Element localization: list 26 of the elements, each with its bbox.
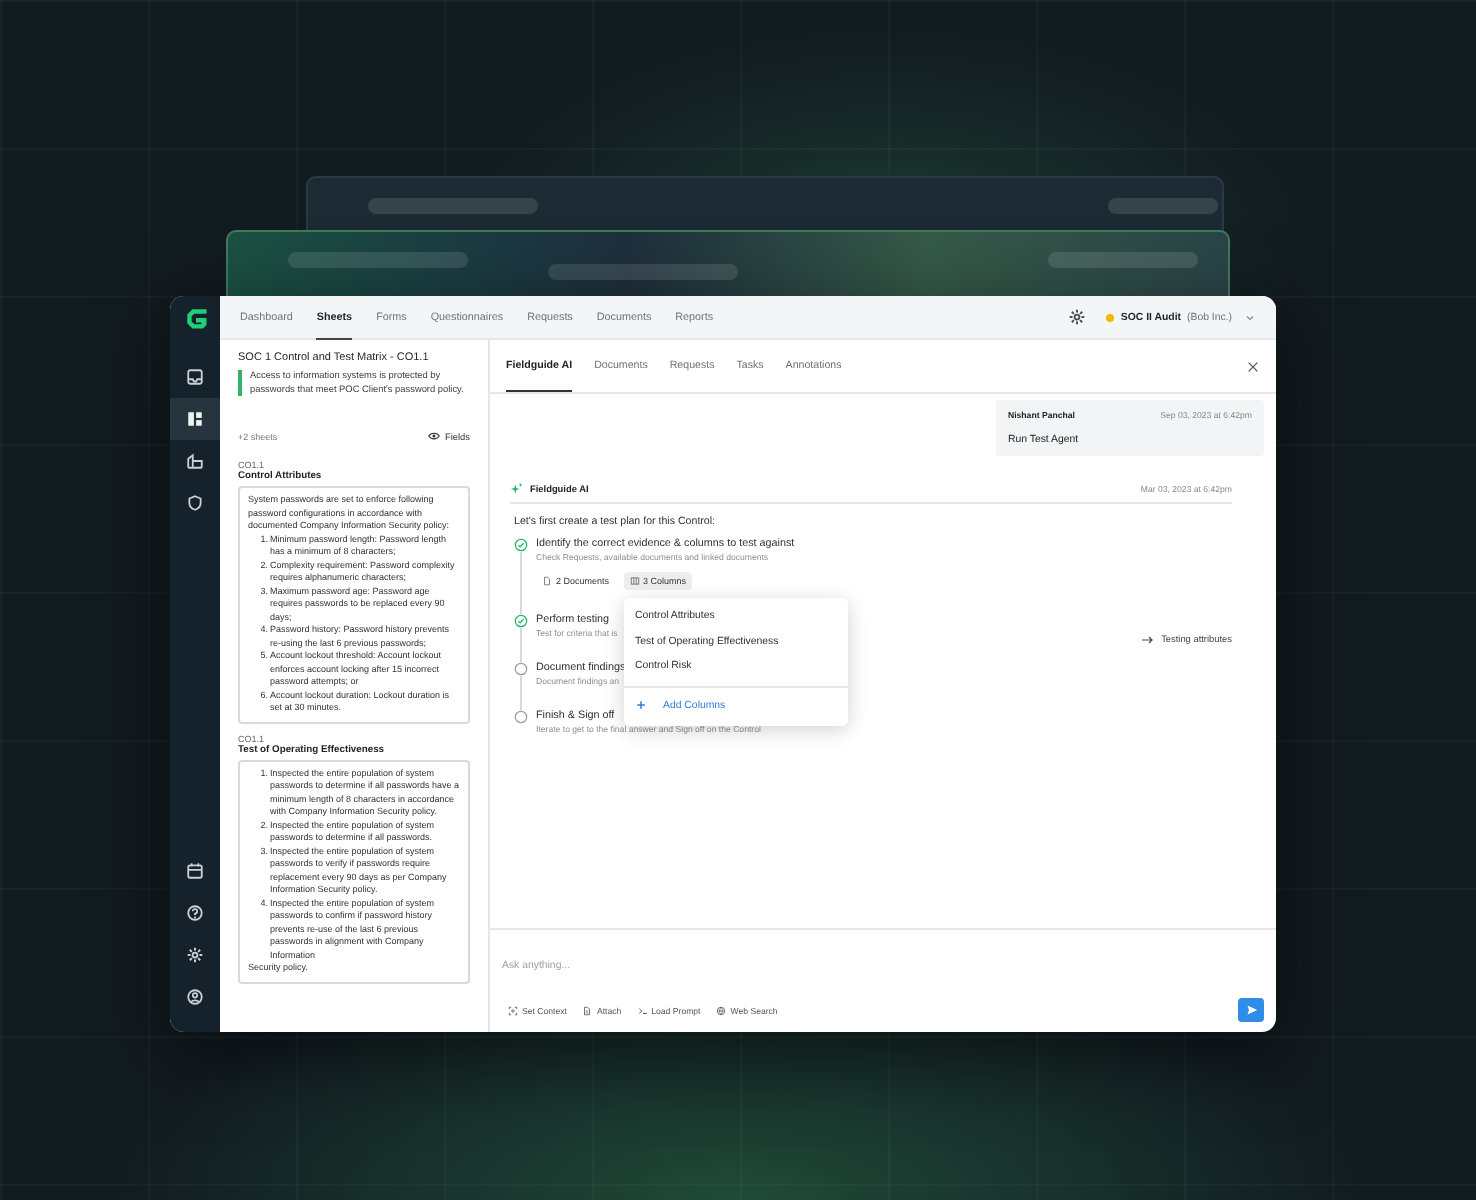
skeleton-bar [1108,198,1218,214]
globe-icon [716,1005,727,1015]
building-icon [186,452,204,470]
calendar-icon [186,862,204,880]
plus-icon [635,700,646,710]
sidebar-item[interactable] [170,398,220,440]
user-icon [186,988,204,1006]
eye-icon [428,430,441,442]
send-button[interactable] [1238,998,1264,1022]
frame-icon [508,1005,518,1015]
sparkle-icon [510,482,524,496]
terminal-icon [637,1005,648,1015]
chevron-icon[interactable] [1244,311,1256,323]
settings-icon[interactable] [1068,308,1087,326]
arrow-icon [1141,635,1154,643]
inbox-icon [186,368,204,386]
settings-icon [186,946,204,964]
document-icon [542,576,552,586]
logo-icon [181,304,209,332]
document-icon [582,1005,593,1015]
grid-icon [186,410,204,428]
close-icon[interactable] [1246,359,1260,373]
columns-icon [629,576,640,586]
shield-icon [186,494,204,512]
send-icon [1245,1004,1257,1016]
help-icon [186,904,204,922]
